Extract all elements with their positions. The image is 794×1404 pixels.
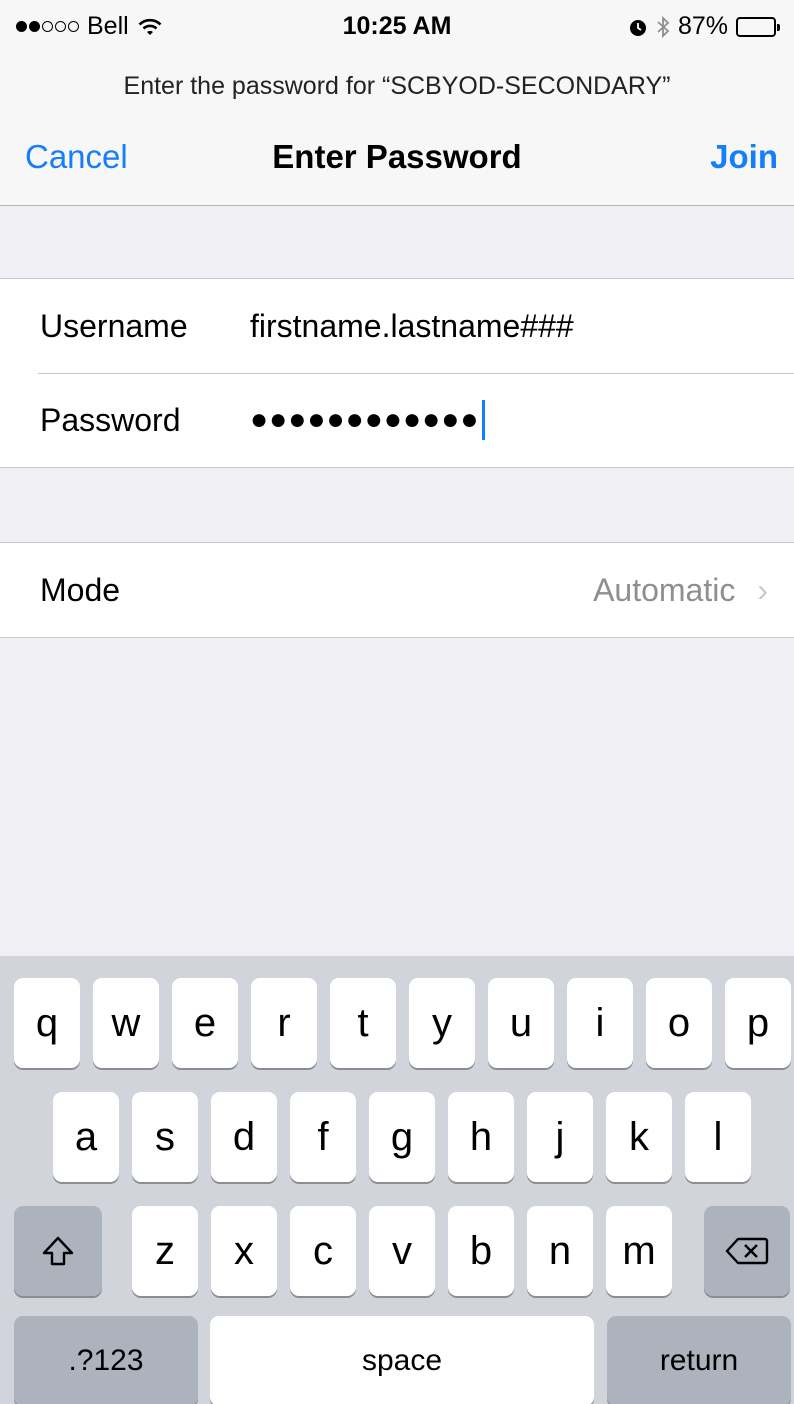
key-e[interactable]: e	[172, 978, 238, 1068]
return-key[interactable]: return	[607, 1316, 791, 1404]
navigation-bar: Cancel Enter Password Join	[0, 130, 794, 190]
key-z[interactable]: z	[132, 1206, 198, 1296]
password-field[interactable]: ●●●●●●●●●●●●	[250, 400, 486, 440]
key-n[interactable]: n	[527, 1206, 593, 1296]
mode-group: Mode Automatic ›	[0, 542, 794, 638]
key-t[interactable]: t	[330, 978, 396, 1068]
key-k[interactable]: k	[606, 1092, 672, 1182]
status-right: 87%	[628, 12, 780, 41]
chevron-right-icon: ›	[757, 571, 768, 608]
backspace-icon	[725, 1237, 769, 1265]
mode-label: Mode	[40, 571, 121, 608]
username-field[interactable]: firstname.lastname###	[250, 308, 574, 345]
mode-value-text: Automatic	[593, 571, 736, 608]
key-r[interactable]: r	[251, 978, 317, 1068]
key-s[interactable]: s	[132, 1092, 198, 1182]
key-p[interactable]: p	[725, 978, 791, 1068]
battery-icon	[736, 16, 780, 37]
network-prompt: Enter the password for “SCBYOD-SECONDARY…	[123, 72, 671, 100]
key-g[interactable]: g	[369, 1092, 435, 1182]
top-bar: Bell 10:25 AM 87% Enter the password for	[0, 0, 794, 206]
key-u[interactable]: u	[488, 978, 554, 1068]
key-y[interactable]: y	[409, 978, 475, 1068]
space-key[interactable]: space	[210, 1316, 594, 1404]
keyboard: q w e r t y u i o p a s d f g h j k l z …	[0, 956, 794, 1404]
key-b[interactable]: b	[448, 1206, 514, 1296]
delete-key[interactable]	[704, 1206, 790, 1296]
text-cursor	[482, 400, 486, 440]
key-i[interactable]: i	[567, 978, 633, 1068]
credentials-group: Username firstname.lastname### Password …	[0, 278, 794, 468]
key-d[interactable]: d	[211, 1092, 277, 1182]
shift-key[interactable]	[14, 1206, 102, 1296]
username-row[interactable]: Username firstname.lastname###	[0, 279, 794, 373]
key-l[interactable]: l	[685, 1092, 751, 1182]
key-x[interactable]: x	[211, 1206, 277, 1296]
battery-percent: 87%	[677, 12, 728, 40]
key-h[interactable]: h	[448, 1092, 514, 1182]
key-m[interactable]: m	[606, 1206, 672, 1296]
key-w[interactable]: w	[93, 978, 159, 1068]
password-label: Password	[40, 401, 181, 438]
mode-value: Automatic ›	[593, 572, 768, 609]
password-masked-text: ●●●●●●●●●●●●	[250, 403, 480, 436]
key-f[interactable]: f	[290, 1092, 356, 1182]
status-bar: Bell 10:25 AM 87%	[0, 0, 794, 56]
page-title: Enter Password	[272, 138, 522, 175]
alarm-clock-icon	[629, 19, 646, 36]
join-button[interactable]: Join	[710, 138, 778, 176]
key-o[interactable]: o	[646, 978, 712, 1068]
battery-tip	[777, 23, 780, 31]
bluetooth-icon	[657, 15, 670, 38]
username-label: Username	[40, 307, 188, 344]
mode-row[interactable]: Mode Automatic ›	[0, 543, 794, 637]
shift-arrow-icon	[42, 1236, 74, 1266]
password-row[interactable]: Password ●●●●●●●●●●●●	[0, 373, 794, 467]
key-a[interactable]: a	[53, 1092, 119, 1182]
numbers-key[interactable]: .?123	[14, 1316, 198, 1404]
key-q[interactable]: q	[14, 978, 80, 1068]
key-v[interactable]: v	[369, 1206, 435, 1296]
key-c[interactable]: c	[290, 1206, 356, 1296]
key-j[interactable]: j	[527, 1092, 593, 1182]
